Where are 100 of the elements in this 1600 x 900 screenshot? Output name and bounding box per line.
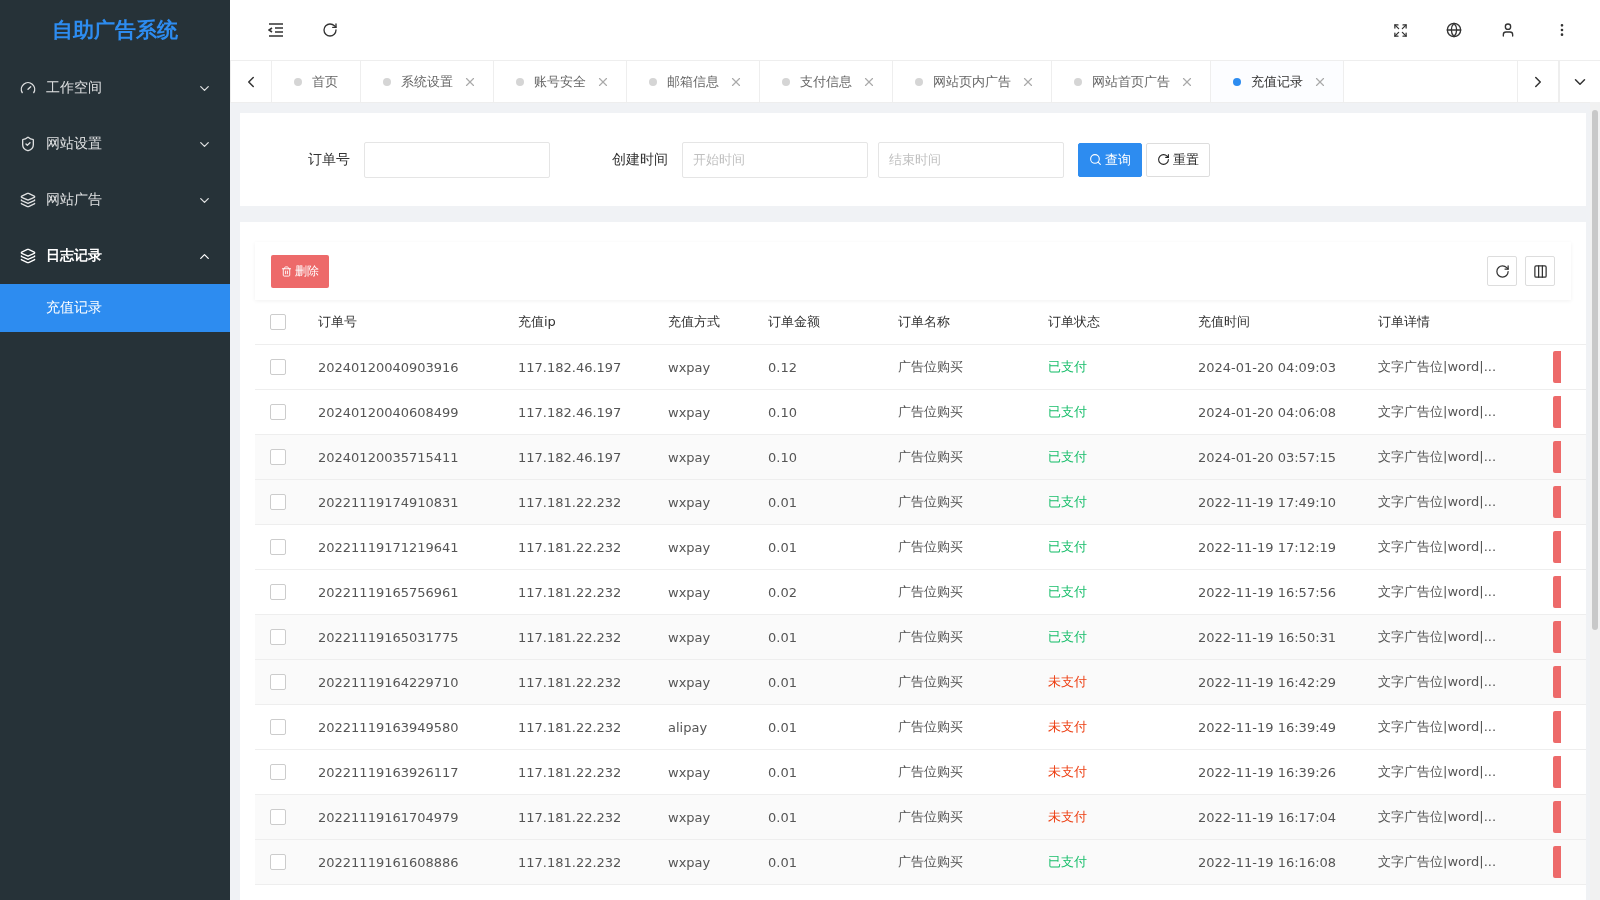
row-checkbox[interactable] xyxy=(270,674,286,690)
table-cell-text: 文字广告位|word|... xyxy=(1378,538,1498,556)
row-checkbox[interactable] xyxy=(270,584,286,600)
table-cell-text: 广告位购买 xyxy=(898,448,964,466)
action-button[interactable] xyxy=(1553,576,1561,608)
row-checkbox[interactable] xyxy=(270,809,286,825)
globe-icon[interactable] xyxy=(1446,22,1462,38)
action-button[interactable] xyxy=(1553,441,1561,473)
table-cell-text: 广告位购买 xyxy=(898,628,964,646)
table-cell-text: 文字广告位|word|... xyxy=(1378,493,1498,511)
table-cell-text: 0.10 xyxy=(768,404,798,420)
table-cell-text: 文字广告位|word|... xyxy=(1378,718,1498,736)
reset-icon xyxy=(1157,153,1170,166)
refresh-icon[interactable] xyxy=(322,22,338,38)
action-button[interactable] xyxy=(1553,801,1561,833)
table-cell-text: 0.01 xyxy=(768,854,798,870)
table-cell-text: 20240120035715411 xyxy=(318,449,460,465)
order-number-field[interactable] xyxy=(364,141,550,178)
table-cell-text: 广告位购买 xyxy=(898,853,964,871)
reset-button[interactable]: 重置 xyxy=(1146,142,1210,177)
status-cell-text: 已支付 xyxy=(1048,538,1088,556)
table-cell-text: 2022-11-19 16:17:04 xyxy=(1198,809,1338,825)
action-button[interactable] xyxy=(1553,711,1561,743)
table-cell-text: 2022-11-19 16:50:31 xyxy=(1198,629,1338,645)
table-cell-text: 0.01 xyxy=(768,719,798,735)
table-cell-text: 2024-01-20 04:06:08 xyxy=(1198,404,1338,420)
action-button[interactable] xyxy=(1553,486,1561,518)
status-cell-text: 已支付 xyxy=(1048,628,1088,646)
table-cell-text: 广告位购买 xyxy=(898,403,964,421)
table-cell-text: 117.181.22.232 xyxy=(518,629,623,645)
layers-icon xyxy=(20,192,36,208)
action-button[interactable] xyxy=(1553,531,1561,563)
table-cell-text: 文字广告位|word|... xyxy=(1378,853,1498,871)
columns-button[interactable] xyxy=(1525,256,1555,286)
action-button[interactable] xyxy=(1553,666,1561,698)
row-checkbox[interactable] xyxy=(270,539,286,555)
trash-icon xyxy=(281,265,292,277)
row-checkbox[interactable] xyxy=(270,629,286,645)
table-cell-text: 0.01 xyxy=(768,809,798,825)
sidebar-subitem[interactable]: 充值记录 xyxy=(0,284,230,332)
table-cell-text: 2024-01-20 04:09:03 xyxy=(1198,359,1338,375)
table-cell-text: 20221119165031775 xyxy=(318,629,460,645)
refresh-button[interactable] xyxy=(1487,256,1517,286)
sidebar-item[interactable]: 工作空间 xyxy=(0,60,230,116)
table-cell-text: wxpay xyxy=(668,584,712,600)
table-cell-text: 20221119161608886 xyxy=(318,854,460,870)
table-cell-text: wxpay xyxy=(668,854,712,870)
table-cell-text: 20221119161704979 xyxy=(318,809,460,825)
row-checkbox[interactable] xyxy=(270,404,286,420)
table-cell-text: 20221119163949580 xyxy=(318,719,460,735)
start-time-field[interactable]: 开始时间 xyxy=(682,141,868,178)
sidebar-item[interactable]: 网站广告 xyxy=(0,172,230,228)
row-checkbox[interactable] xyxy=(270,359,286,375)
sidebar-item[interactable]: 网站设置 xyxy=(0,116,230,172)
select-all-checkbox[interactable] xyxy=(270,314,286,330)
user-icon[interactable] xyxy=(1500,22,1516,38)
layers-icon xyxy=(20,248,36,264)
menu-fold-icon[interactable] xyxy=(268,23,284,37)
action-button[interactable] xyxy=(1553,621,1561,653)
row-checkbox[interactable] xyxy=(270,449,286,465)
scrollbar[interactable] xyxy=(1590,102,1600,900)
status-cell-text: 未支付 xyxy=(1048,808,1088,826)
table-cell-text: 20240120040608499 xyxy=(318,404,460,420)
column-header: 订单详情 xyxy=(1378,313,1431,331)
row-checkbox[interactable] xyxy=(270,764,286,780)
column-header: 订单名称 xyxy=(898,313,951,331)
table-cell-text: wxpay xyxy=(668,539,712,555)
table-cell-text: wxpay xyxy=(668,674,712,690)
action-button[interactable] xyxy=(1553,846,1561,878)
table-cell-text: 117.181.22.232 xyxy=(518,719,623,735)
table-cell-text: 2022-11-19 16:16:08 xyxy=(1198,854,1338,870)
table-cell-text: 0.01 xyxy=(768,629,798,645)
row-checkbox[interactable] xyxy=(270,719,286,735)
table-cell-text: 20221119165756961 xyxy=(318,584,460,600)
status-cell-text: 已支付 xyxy=(1048,853,1088,871)
row-checkbox[interactable] xyxy=(270,494,286,510)
status-cell-text: 已支付 xyxy=(1048,493,1088,511)
table-cell-text: 117.182.46.197 xyxy=(518,449,623,465)
fullscreen-icon[interactable] xyxy=(1393,22,1408,38)
table-cell-text: 20221119174910831 xyxy=(318,494,460,510)
sidebar-item[interactable]: 日志记录 xyxy=(0,228,230,284)
table-cell-text: wxpay xyxy=(668,809,712,825)
table-cell-text: 广告位购买 xyxy=(898,583,964,601)
action-button[interactable] xyxy=(1553,351,1561,383)
end-time-field[interactable]: 结束时间 xyxy=(878,141,1064,178)
status-cell-text: 已支付 xyxy=(1048,448,1088,466)
status-cell-text: 已支付 xyxy=(1048,358,1088,376)
search-icon xyxy=(1089,153,1102,166)
action-button[interactable] xyxy=(1553,756,1561,788)
column-header: 订单状态 xyxy=(1048,313,1101,331)
action-button[interactable] xyxy=(1553,396,1561,428)
table-cell-text: 2022-11-19 17:49:10 xyxy=(1198,494,1338,510)
search-button[interactable]: 查询 xyxy=(1078,142,1142,177)
status-cell-text: 未支付 xyxy=(1048,673,1088,691)
table-cell-text: 0.02 xyxy=(768,584,798,600)
table-cell-text: 117.181.22.232 xyxy=(518,764,623,780)
row-checkbox[interactable] xyxy=(270,854,286,870)
table-cell-text: 0.01 xyxy=(768,539,798,555)
table-cell-text: wxpay xyxy=(668,359,712,375)
refresh-icon xyxy=(1494,263,1510,279)
